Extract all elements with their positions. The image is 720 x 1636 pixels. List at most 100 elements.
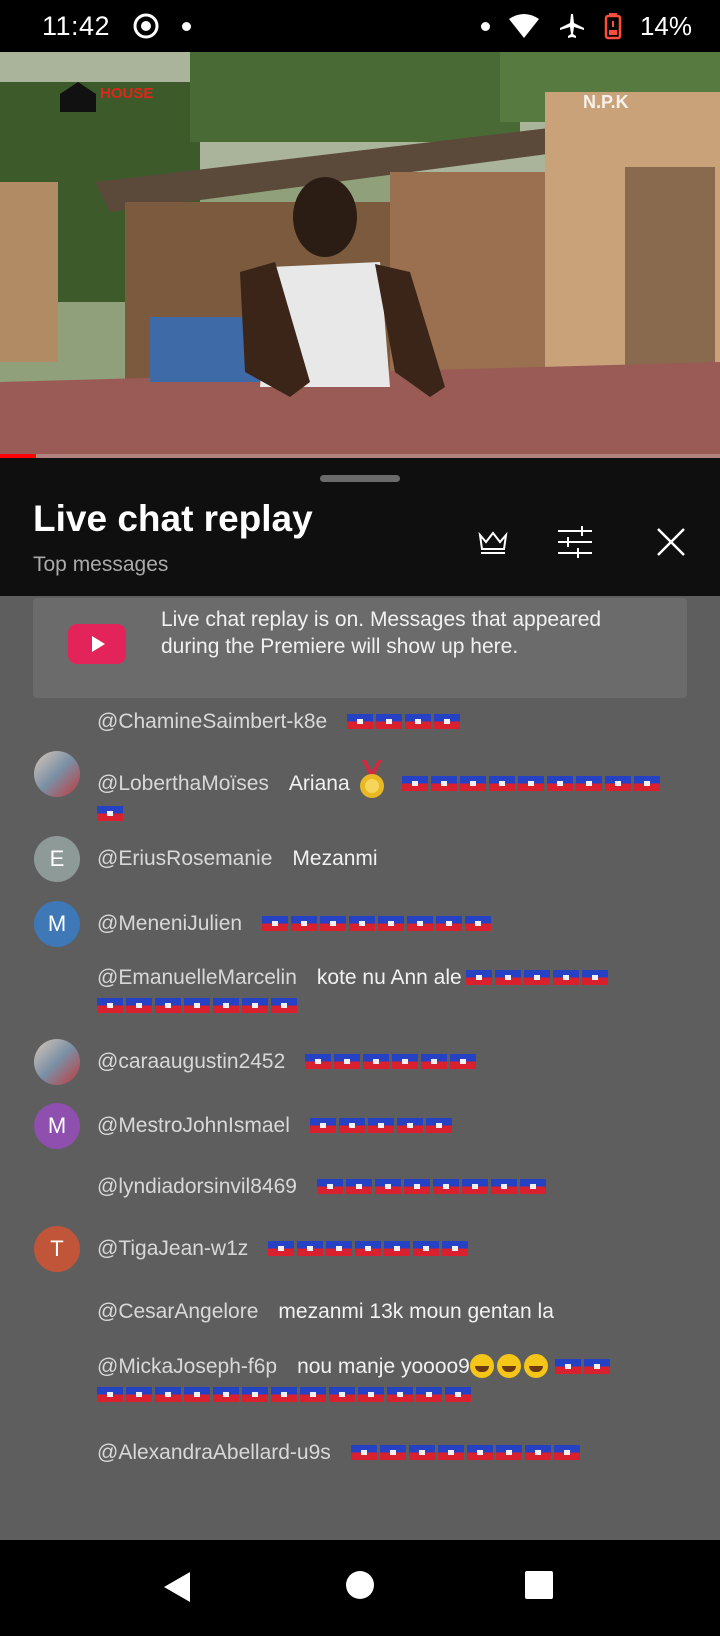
drag-handle[interactable] — [320, 475, 400, 482]
haiti-flag-emoji-icon — [401, 776, 428, 791]
haiti-flag-emoji-icon — [392, 1054, 419, 1069]
laughing-emoji-icon — [496, 1354, 521, 1378]
author-name[interactable]: @ChamineSaimbert-k8e — [97, 710, 327, 733]
author-name[interactable]: @MeneniJulien — [97, 912, 242, 935]
haiti-flag-emoji-icon — [334, 1054, 361, 1069]
haiti-flag-emoji-icon — [581, 970, 608, 985]
haiti-flag-emoji-icon — [358, 1387, 384, 1402]
author-name[interactable]: @MestroJohnIsmael — [97, 1114, 290, 1137]
airplane-mode-icon — [559, 14, 584, 38]
chat-settings-button[interactable] — [551, 518, 599, 566]
message-body: @CesarAngelore mezanmi 13k moun gentan la — [97, 1298, 687, 1326]
close-button[interactable] — [647, 518, 695, 566]
haiti-flag-emoji-icon — [338, 1118, 365, 1133]
avatar[interactable] — [34, 1039, 80, 1085]
avatar[interactable]: M — [34, 901, 80, 947]
haiti-flag-emoji-icon — [326, 1241, 353, 1256]
haiti-flag-emoji-icon — [445, 1387, 471, 1402]
chat-header: Live chat replay Top messages — [0, 458, 720, 596]
message-body: @TigaJean-w1z — [97, 1235, 687, 1263]
haiti-flag-emoji-icon — [350, 1445, 377, 1460]
haiti-flag-emoji-icon — [155, 998, 181, 1013]
haiti-flag-emoji-icon — [465, 970, 492, 985]
haiti-flag-emoji-icon — [213, 998, 239, 1013]
author-name[interactable]: @TigaJean-w1z — [97, 1237, 248, 1260]
haiti-flag-emoji-icon — [442, 1241, 469, 1256]
haiti-flag-emoji-icon — [378, 916, 405, 931]
haiti-flag-emoji-icon — [413, 1241, 440, 1256]
haiti-flag-emoji-icon — [459, 776, 486, 791]
haiti-flag-emoji-icon — [416, 1387, 442, 1402]
back-icon[interactable] — [162, 1570, 192, 1604]
message-body: @MeneniJulien — [97, 910, 687, 938]
haiti-flag-emoji-icon — [291, 916, 318, 931]
message-text: Mezanmi — [292, 847, 378, 870]
battery-percentage: 14% — [639, 10, 692, 41]
crown-icon — [478, 531, 508, 554]
recents-icon[interactable] — [524, 1570, 554, 1600]
haiti-flag-emoji-icon — [126, 998, 152, 1013]
haiti-flag-emoji-icon — [349, 916, 376, 931]
haiti-flag-emoji-icon — [461, 1179, 488, 1194]
notification-dot-icon — [480, 21, 490, 31]
haiti-flag-emoji-icon — [553, 1445, 580, 1460]
haiti-flag-emoji-icon — [517, 776, 544, 791]
author-name[interactable]: @EriusRosemanie — [97, 847, 272, 870]
avatar[interactable]: T — [34, 1226, 80, 1272]
author-name[interactable]: @caraaugustin2452 — [97, 1050, 285, 1073]
message-body: @EmanuelleMarcelin kote nu Ann ale — [97, 964, 687, 1020]
haiti-flag-emoji-icon — [242, 998, 268, 1013]
message-body: @lyndiadorsinvil8469 — [97, 1173, 687, 1201]
haiti-flag-emoji-icon — [300, 1387, 326, 1402]
haiti-flag-emoji-icon — [384, 1241, 411, 1256]
home-icon[interactable] — [345, 1570, 375, 1600]
medal-emoji-icon — [359, 760, 384, 798]
video-watermark: N.P.K — [583, 92, 629, 112]
haiti-flag-emoji-icon — [604, 776, 631, 791]
author-name[interactable]: @AlexandraAbellard-u9s — [97, 1441, 331, 1464]
crown-button[interactable] — [469, 518, 517, 566]
haiti-flag-emoji-icon — [268, 1241, 295, 1256]
top-messages-dropdown[interactable]: Top messages — [33, 553, 168, 577]
haiti-flag-emoji-icon — [379, 1445, 406, 1460]
haiti-flag-emoji-icon — [407, 916, 434, 931]
author-name[interactable]: @LoberthaMoïses — [97, 772, 269, 795]
haiti-flag-emoji-icon — [450, 1054, 477, 1069]
haiti-flag-emoji-icon — [396, 1118, 423, 1133]
haiti-flag-emoji-icon — [242, 1387, 268, 1402]
haiti-flag-emoji-icon — [425, 1118, 452, 1133]
haiti-flag-emoji-icon — [488, 776, 515, 791]
haiti-flag-emoji-icon — [523, 970, 550, 985]
avatar[interactable] — [34, 751, 80, 797]
haiti-flag-emoji-icon — [297, 1241, 324, 1256]
haiti-flag-emoji-icon — [436, 916, 463, 931]
laughing-emoji-icon — [469, 1354, 494, 1378]
haiti-flag-emoji-icon — [367, 1118, 394, 1133]
haiti-flag-emoji-icon — [262, 916, 289, 931]
haiti-flag-emoji-icon — [519, 1179, 546, 1194]
banner-text: Live chat replay is on. Messages that ap… — [161, 608, 602, 658]
notification-dot-icon — [182, 21, 192, 31]
author-name[interactable]: @lyndiadorsinvil8469 — [97, 1175, 297, 1198]
haiti-flag-emoji-icon — [554, 1359, 581, 1374]
haiti-flag-emoji-icon — [575, 776, 602, 791]
author-name[interactable]: @EmanuelleMarcelin — [97, 966, 297, 989]
message-body: @ChamineSaimbert-k8e — [97, 708, 687, 736]
haiti-flag-emoji-icon — [494, 970, 521, 985]
author-name[interactable]: @MickaJoseph-f6p — [97, 1355, 277, 1378]
avatar[interactable]: M — [34, 1103, 80, 1149]
video-player[interactable]: HOUSE N.P.K — [0, 52, 720, 458]
message-body: @AlexandraAbellard-u9s — [97, 1439, 687, 1467]
haiti-flag-emoji-icon — [320, 916, 347, 931]
avatar[interactable]: E — [34, 836, 80, 882]
battery-low-icon — [604, 13, 622, 40]
haiti-flag-emoji-icon — [430, 776, 457, 791]
message-body: @LoberthaMoïses Ariana — [97, 760, 687, 828]
chat-replay-banner: Live chat replay is on. Messages that ap… — [33, 598, 687, 698]
haiti-flag-emoji-icon — [437, 1445, 464, 1460]
live-chat-panel: Live chat replay Top messages Live chat … — [0, 458, 720, 1540]
chat-title: Live chat replay — [33, 498, 313, 539]
haiti-flag-emoji-icon — [387, 1387, 413, 1402]
haiti-flag-emoji-icon — [97, 1387, 123, 1402]
author-name[interactable]: @CesarAngelore — [97, 1300, 258, 1323]
